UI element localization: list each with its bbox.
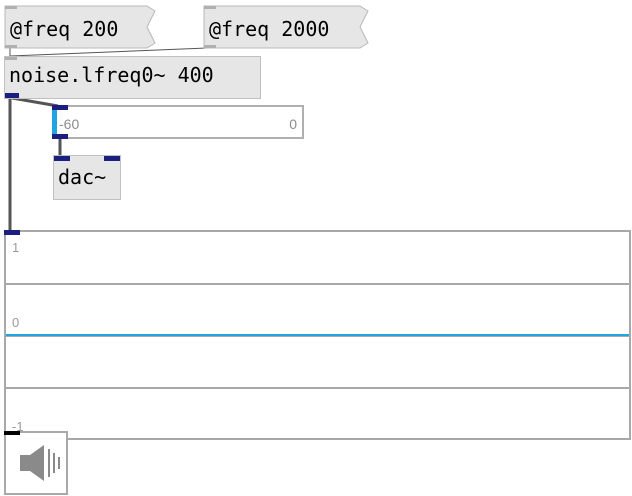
noise-lfreq-object[interactable]: noise.lfreq0~ 400 — [4, 56, 261, 99]
slider-max-label: 0 — [289, 116, 297, 132]
dac-object[interactable]: dac~ — [53, 155, 121, 200]
slider-inlet[interactable] — [52, 105, 68, 110]
scope-grid-line-1 — [6, 283, 629, 285]
audio-toggle[interactable] — [4, 431, 68, 495]
freq-2000-message[interactable]: @freq 2000 — [203, 5, 369, 49]
noise-object-label: noise.lfreq0~ 400 — [9, 63, 214, 87]
scope-signal-line — [6, 334, 629, 336]
cord-msg2-to-noise[interactable] — [9, 47, 208, 57]
noise-outlet[interactable] — [5, 93, 19, 98]
freq-2000-label: @freq 2000 — [209, 17, 330, 41]
gain-slider[interactable]: -60 0 — [52, 105, 304, 139]
freq-200-message[interactable]: @freq 200 — [4, 5, 156, 49]
dac-left-inlet[interactable] — [54, 156, 70, 161]
signal-scope[interactable]: 1 0 -1 — [4, 230, 631, 440]
speaker-icon — [20, 445, 60, 481]
slider-min-label: -60 — [59, 116, 80, 132]
noise-inlet[interactable] — [5, 57, 17, 60]
scope-inlet[interactable] — [4, 230, 20, 235]
dac-object-label: dac~ — [58, 165, 107, 189]
slider-outlet[interactable] — [52, 134, 68, 139]
dac-right-inlet[interactable] — [104, 156, 120, 161]
scope-top-label: 1 — [12, 240, 20, 255]
scope-grid-line-3 — [6, 387, 629, 389]
scope-mid-label: 0 — [12, 315, 20, 330]
freq-200-label: @freq 200 — [10, 17, 119, 41]
